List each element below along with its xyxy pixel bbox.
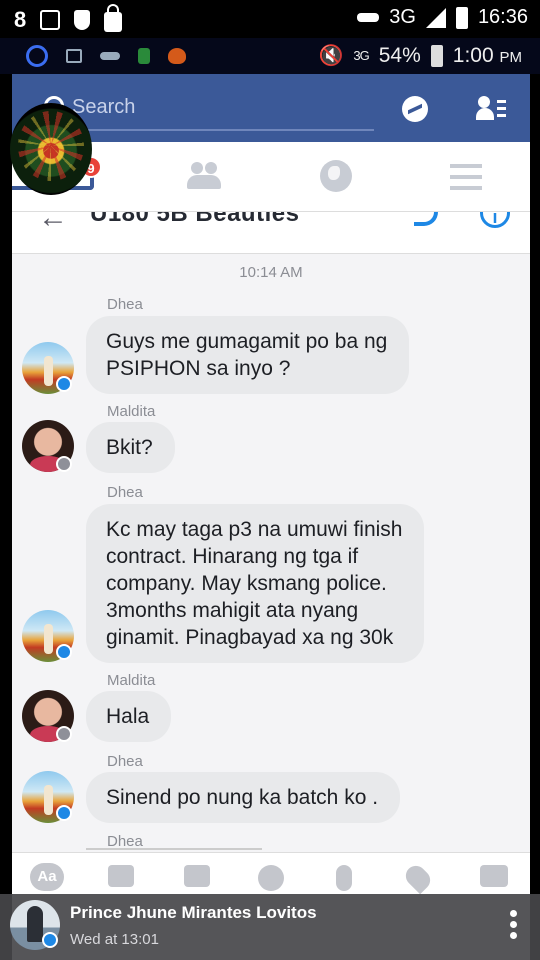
facebook-header: Search bbox=[12, 74, 530, 142]
messenger-icon[interactable] bbox=[402, 96, 428, 122]
mute-icon: 🔇 bbox=[318, 45, 344, 67]
tab-notifications-globe-icon[interactable] bbox=[320, 160, 352, 192]
poster-name[interactable]: Prince Jhune Mirantes Lovitos bbox=[70, 903, 317, 923]
gallery-icon bbox=[66, 49, 82, 63]
microphone-icon[interactable] bbox=[336, 865, 352, 891]
message-timestamp: 10:14 AM bbox=[239, 264, 303, 281]
tab-friends-icon[interactable] bbox=[187, 162, 223, 190]
battery-icon bbox=[455, 6, 468, 29]
message-bubble[interactable]: Kc may taga p3 na umuwi finish contract.… bbox=[86, 504, 425, 663]
tab-menu-icon[interactable] bbox=[450, 164, 482, 197]
link-icon: 8 bbox=[14, 7, 27, 32]
camera-icon[interactable] bbox=[108, 865, 134, 887]
gallery-icon[interactable] bbox=[184, 865, 210, 887]
battery-percent: 54% bbox=[378, 43, 421, 67]
search-input[interactable]: Search bbox=[72, 96, 135, 119]
info-icon[interactable]: i bbox=[480, 212, 510, 228]
facebook-badge-icon bbox=[56, 726, 72, 742]
battery-icon-inner bbox=[430, 44, 443, 67]
lock-icon bbox=[104, 4, 123, 32]
firefox-icon bbox=[168, 48, 186, 64]
chat-title[interactable]: U180 5B Beauties bbox=[90, 212, 299, 228]
message-bubble[interactable]: Hala bbox=[86, 691, 172, 742]
compose-toolbar: Aa bbox=[12, 852, 530, 895]
sender-name: Dhea bbox=[107, 296, 143, 313]
app-s-icon bbox=[26, 45, 48, 67]
outer-clock: 16:36 bbox=[477, 6, 528, 28]
messenger-badge-icon bbox=[56, 644, 72, 660]
inner-clock: 1:00 PM bbox=[452, 43, 522, 67]
facebook-app: Search 9 ← U180 5B Beauties i 10:14 AM D… bbox=[12, 74, 530, 960]
messenger-badge-icon bbox=[56, 805, 72, 821]
inner-status-bar: 🔇 3G 54% 1:00 PM bbox=[0, 38, 540, 74]
post-time: Wed at 13:01 bbox=[70, 931, 159, 948]
signal-bars: 3G bbox=[353, 48, 369, 63]
image-icon bbox=[40, 10, 61, 30]
search-underline bbox=[40, 129, 374, 131]
sender-name: Maldita bbox=[107, 672, 156, 689]
messenger-badge-icon bbox=[42, 932, 58, 948]
location-icon[interactable] bbox=[401, 861, 435, 895]
message-bubble[interactable]: Guys me gumagamit po ba ng PSIPHON sa in… bbox=[86, 316, 410, 394]
shield-green-icon bbox=[138, 48, 150, 64]
post-notification-bar[interactable]: Prince Jhune Mirantes Lovitos Wed at 13:… bbox=[0, 894, 540, 960]
more-vert-icon[interactable] bbox=[510, 910, 520, 943]
more-options-icon[interactable] bbox=[480, 865, 508, 887]
call-icon[interactable] bbox=[414, 212, 438, 226]
sender-name: Dhea bbox=[107, 753, 143, 770]
signal-icon bbox=[425, 7, 446, 28]
emoji-icon[interactable] bbox=[258, 865, 284, 891]
vpn-key-icon bbox=[100, 52, 120, 60]
friend-requests-icon[interactable] bbox=[476, 96, 506, 122]
profile-picture[interactable] bbox=[10, 103, 92, 195]
messenger-badge-icon bbox=[56, 376, 72, 392]
facebook-badge-icon bbox=[56, 456, 72, 472]
message-list[interactable]: 10:14 AM Dhea Guys me gumagamit po ba ng… bbox=[12, 254, 530, 852]
chat-header: ← U180 5B Beauties i bbox=[12, 212, 530, 254]
message-bubble[interactable]: Sinend po nung ka batch ko . bbox=[86, 772, 401, 823]
sender-name: Maldita bbox=[107, 403, 156, 420]
shield-icon bbox=[74, 10, 91, 30]
sender-name: Dhea bbox=[107, 484, 143, 501]
back-arrow-icon[interactable]: ← bbox=[38, 212, 68, 233]
outer-status-bar: 8 3G 16:36 bbox=[0, 0, 540, 38]
network-type: 3G bbox=[389, 6, 416, 28]
message-bubble[interactable]: Bkit? bbox=[86, 422, 175, 473]
text-input-button[interactable]: Aa bbox=[30, 863, 64, 891]
key-icon bbox=[357, 13, 380, 22]
